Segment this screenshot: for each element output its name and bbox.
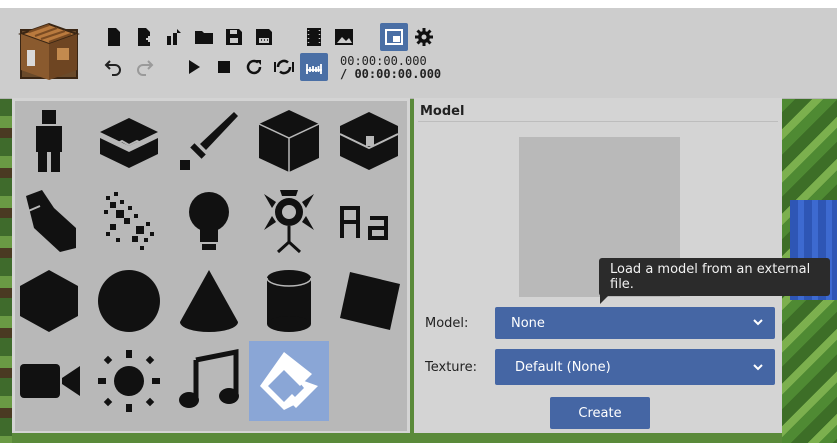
new-from-template-button[interactable] bbox=[132, 25, 156, 49]
palette-item-chest[interactable] bbox=[329, 101, 409, 181]
cone-icon bbox=[180, 270, 238, 332]
palette-item-light[interactable] bbox=[169, 181, 249, 261]
redo-button[interactable] bbox=[132, 55, 156, 79]
music-note-icon bbox=[179, 348, 239, 408]
palette-item-block[interactable] bbox=[89, 101, 169, 181]
texture-select[interactable]: Default (None) bbox=[495, 349, 775, 385]
palette-item-item[interactable] bbox=[169, 101, 249, 181]
tooltip-arrow bbox=[600, 294, 610, 304]
file-icon bbox=[108, 28, 120, 46]
new-file-button[interactable] bbox=[102, 25, 126, 49]
model-label: Model: bbox=[425, 316, 469, 331]
limb-icon bbox=[25, 190, 76, 252]
gear-icon bbox=[415, 28, 433, 46]
folder-icon bbox=[195, 31, 213, 44]
chevron-down-icon bbox=[753, 319, 763, 326]
export-image-button[interactable] bbox=[332, 25, 356, 49]
image-icon bbox=[335, 29, 353, 45]
sync-icon bbox=[274, 59, 294, 75]
palette-item-sphere[interactable] bbox=[89, 261, 169, 341]
palette-item-bodypart[interactable] bbox=[9, 181, 89, 261]
save-as-button[interactable] bbox=[252, 25, 276, 49]
window-top-strip bbox=[0, 0, 837, 8]
panel-title: Model bbox=[420, 104, 465, 119]
panel-divider bbox=[418, 121, 778, 122]
tooltip: Load a model from an external file. bbox=[599, 258, 830, 296]
file-plus-icon bbox=[138, 28, 152, 46]
palette-item-character[interactable] bbox=[9, 101, 89, 181]
play-button[interactable] bbox=[182, 55, 206, 79]
texture-label: Texture: bbox=[425, 360, 477, 375]
stop-icon bbox=[218, 61, 230, 73]
element-palette bbox=[15, 101, 407, 431]
time-total: / 00:00:00.000 bbox=[340, 67, 442, 81]
palette-item-cylinder[interactable] bbox=[249, 261, 329, 341]
video-icon bbox=[20, 364, 80, 398]
save-button[interactable] bbox=[222, 25, 246, 49]
loop-icon bbox=[246, 59, 262, 75]
stop-button[interactable] bbox=[212, 55, 236, 79]
texture-select-value: Default (None) bbox=[515, 359, 611, 375]
lightbulb-icon bbox=[189, 192, 229, 250]
undo-icon bbox=[104, 60, 121, 76]
loop-button[interactable] bbox=[242, 55, 266, 79]
import-icon bbox=[167, 29, 181, 45]
sword-icon bbox=[180, 112, 238, 170]
palette-panel bbox=[12, 98, 410, 433]
palette-item-cube[interactable] bbox=[249, 101, 329, 181]
redo-icon bbox=[137, 60, 154, 76]
camera-icon bbox=[264, 190, 314, 254]
palette-item-hexagon[interactable] bbox=[9, 261, 89, 341]
palette-item-cone[interactable] bbox=[169, 261, 249, 341]
save-as-icon bbox=[256, 29, 272, 45]
palette-item-particles[interactable] bbox=[89, 181, 169, 261]
open-folder-button[interactable] bbox=[192, 25, 216, 49]
model-select[interactable]: None bbox=[495, 307, 775, 339]
palette-item-model[interactable] bbox=[249, 341, 329, 421]
palette-item-camera[interactable] bbox=[249, 181, 329, 261]
film-icon bbox=[307, 28, 321, 46]
settings-button[interactable] bbox=[412, 25, 436, 49]
text-icon bbox=[340, 206, 388, 240]
sphere-icon bbox=[98, 270, 160, 332]
app-logo-icon bbox=[18, 22, 80, 80]
particles-icon bbox=[104, 192, 154, 250]
layout-icon bbox=[385, 29, 403, 45]
import-button[interactable] bbox=[161, 25, 185, 49]
time-display: 00:00:00.000 / 00:00:00.000 bbox=[340, 55, 441, 81]
cylinder-icon bbox=[266, 270, 312, 332]
undo-button[interactable] bbox=[102, 55, 126, 79]
ruler-icon bbox=[306, 64, 322, 74]
model-select-value: None bbox=[511, 315, 545, 331]
palette-item-surface[interactable] bbox=[329, 261, 409, 341]
hexagon-icon bbox=[20, 270, 78, 332]
cube-icon bbox=[258, 110, 320, 172]
chevron-down-icon bbox=[753, 364, 763, 371]
timeline-button[interactable] bbox=[300, 53, 328, 81]
chest-icon bbox=[339, 112, 399, 170]
block-icon bbox=[100, 118, 158, 168]
export-video-button[interactable] bbox=[302, 25, 326, 49]
model-icon bbox=[260, 352, 318, 410]
save-icon bbox=[226, 29, 242, 45]
toggle-layout-button[interactable] bbox=[380, 23, 408, 51]
character-icon bbox=[36, 110, 62, 172]
create-button[interactable]: Create bbox=[550, 397, 650, 429]
palette-item-text[interactable] bbox=[329, 181, 409, 261]
play-icon bbox=[189, 60, 200, 74]
palette-item-audio[interactable] bbox=[169, 341, 249, 421]
sync-button[interactable] bbox=[272, 55, 296, 79]
surface-icon bbox=[340, 272, 400, 330]
sun-icon bbox=[98, 350, 160, 412]
palette-item-sun[interactable] bbox=[89, 341, 169, 421]
palette-item-video[interactable] bbox=[9, 341, 89, 421]
main-toolbar: 00:00:00.000 / 00:00:00.000 bbox=[0, 8, 837, 99]
